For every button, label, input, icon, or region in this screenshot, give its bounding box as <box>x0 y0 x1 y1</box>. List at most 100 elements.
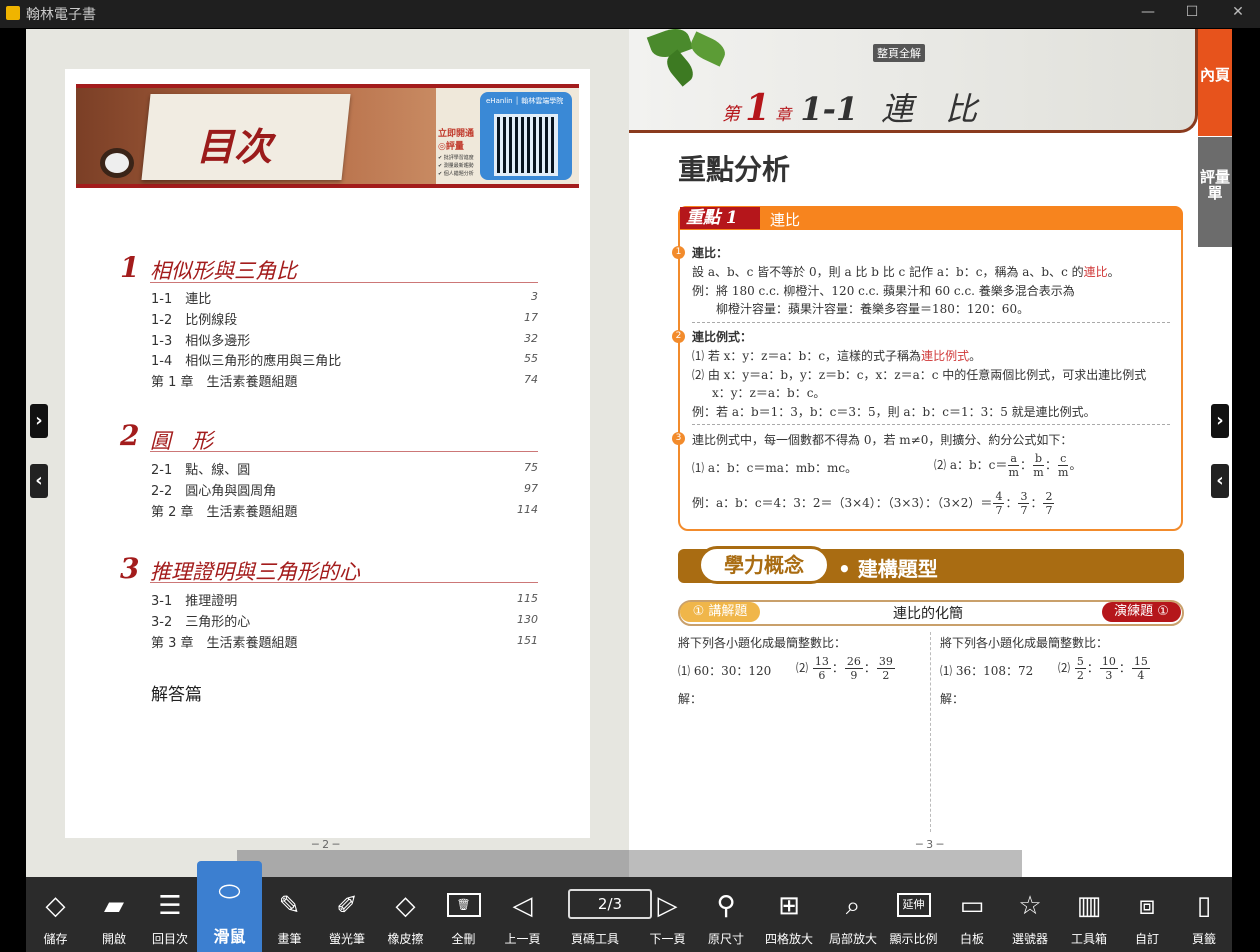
chapter-number: 2 <box>120 419 140 452</box>
toc-item[interactable]: 2-1 點、線、圓 <box>151 459 250 478</box>
toc-item[interactable]: 第 3 章 生活素養題組題 <box>151 632 298 651</box>
toc-button[interactable]: ☰ 回目次 <box>143 877 197 952</box>
point-text: ⑵ 由 x：y＝a：b，y：z＝b：c，x：z＝a：c 中的任意兩個比例式，可求… <box>692 368 1147 382</box>
open-button[interactable]: ▰ 開啟 <box>85 877 143 952</box>
explain-tag[interactable]: ① 講解題 <box>680 602 760 622</box>
prev-page-button[interactable]: ◁ 上一頁 <box>493 877 552 952</box>
mouse-button[interactable]: ⬭ 滑鼠 <box>197 861 262 952</box>
chapter-title[interactable]: 相似形與三角比 <box>150 255 297 285</box>
bookmark-button[interactable]: ▯ 頁籤 <box>1176 877 1232 952</box>
chapter-divider <box>150 451 538 452</box>
toc-item[interactable]: 1-3 相似多邊形 <box>151 330 250 349</box>
chapter-heading: 第 1 章 1-1 連 比 <box>722 87 978 129</box>
point-text: x：y：z＝a：b：c。 <box>712 386 826 400</box>
next-page-arrow-right[interactable]: › <box>1211 404 1229 438</box>
next-page-arrow-left[interactable]: › <box>30 404 48 438</box>
toc-page-number: 75 <box>524 461 538 474</box>
qr-brand: eHanlin │ 翰林雲端學院 <box>486 97 564 105</box>
minimize-button[interactable]: — <box>1138 4 1158 24</box>
scrollbar-thumb[interactable] <box>237 850 629 877</box>
prev-page-arrow-right[interactable]: ‹ <box>1211 464 1229 498</box>
toc-item[interactable]: 1-2 比例線段 <box>151 309 237 328</box>
toc-page-number: 97 <box>524 482 538 495</box>
four-grid-zoom-button[interactable]: ⊞ 四格放大 <box>755 877 823 952</box>
point-title: 連比： <box>692 246 729 260</box>
toc-item[interactable]: 第 1 章 生活素養題組題 <box>151 371 298 390</box>
number-picker-button[interactable]: ☆ 選號器 <box>1000 877 1060 952</box>
four-grid-zoom-label: 四格放大 <box>764 932 813 946</box>
prev-page-arrow-left[interactable]: ‹ <box>30 464 48 498</box>
pen-button[interactable]: ✎ 畫筆 <box>262 877 317 952</box>
partial-zoom-label: 局部放大 <box>828 932 877 946</box>
qr-side-text: 立即開通 ◎評量 <box>438 129 475 152</box>
highlighter-label: 螢光筆 <box>328 932 365 946</box>
next-page-label: 下一頁 <box>649 932 686 946</box>
highlighter-button[interactable]: ✐ 螢光筆 <box>317 877 377 952</box>
partial-zoom-icon: ⌕ <box>845 891 861 921</box>
question-item: ⑵ 5 2： 10 3： 15 4 <box>1058 655 1150 682</box>
original-size-button[interactable]: ⚲ 原尺寸 <box>697 877 755 952</box>
point-title: 連比例式： <box>692 330 753 344</box>
toc-item[interactable]: 1-4 相似三角形的應用與三角比 <box>151 350 341 369</box>
question-item: ⑴ 60：30：120 <box>678 664 772 678</box>
bookmark-icon: ▯ <box>1196 891 1212 921</box>
toc-item[interactable]: 第 2 章 生活素養題組題 <box>151 501 298 520</box>
bullet-2-icon: 2 <box>672 330 685 343</box>
page-number-label: 頁碼工具 <box>570 932 619 946</box>
maximize-button[interactable]: ☐ <box>1182 4 1202 24</box>
next-page-button[interactable]: ▷ 下一頁 <box>638 877 697 952</box>
number-picker-icon: ☆ <box>1018 891 1042 921</box>
question-text: 將下列各小題化成最簡整數比： <box>940 636 1109 650</box>
toc-item[interactable]: 3-1 推理證明 <box>151 590 237 609</box>
eraser-button[interactable]: ◇ 橡皮擦 <box>377 877 434 952</box>
toolbox-button[interactable]: ▥ 工具箱 <box>1060 877 1118 952</box>
custom-button[interactable]: ⧈ 自訂 <box>1118 877 1176 952</box>
clear-all-button[interactable]: 🗑 全刪 <box>434 877 493 952</box>
toc-page-number: 114 <box>517 503 538 516</box>
mouse-label: 滑鼠 <box>213 927 246 946</box>
prev-page-icon: ◁ <box>512 891 533 921</box>
concept-subtitle: • 建構題型 <box>838 557 938 581</box>
question-item: ⑵ 13 6： 26 9： 39 2 <box>796 655 895 682</box>
full-solution-badge[interactable]: 整頁全解 <box>873 44 925 62</box>
dashed-divider <box>692 322 1170 323</box>
toc-label: 回目次 <box>151 932 188 946</box>
custom-icon: ⧈ <box>1138 891 1156 921</box>
practice-tag[interactable]: 演練題 ① <box>1102 602 1181 622</box>
question-item: ⑴ 36：108：72 <box>940 664 1034 678</box>
original-size-label: 原尺寸 <box>707 932 744 946</box>
save-icon: ◇ <box>45 891 66 921</box>
save-button[interactable]: ◇ 儲存 <box>26 877 85 952</box>
formula-text: ⑵ a：b：c＝ a m： b m： c m。 <box>934 452 1082 479</box>
partial-zoom-button[interactable]: ⌕ 局部放大 <box>823 877 883 952</box>
display-ratio-label: 顯示比例 <box>889 932 938 946</box>
analysis-title: 重點分析 <box>678 153 791 186</box>
example-text: 例：若 a：b＝1：3，b：c＝3：5，則 a：b：c＝1：3：5 就是連比例式… <box>692 405 1096 419</box>
toc-item[interactable]: 2-2 圓心角與圓周角 <box>151 480 276 499</box>
page-number-button[interactable]: 2/3 頁碼工具 <box>552 877 652 952</box>
close-button[interactable]: ✕ <box>1228 4 1248 24</box>
display-ratio-button[interactable]: 延伸 顯示比例 <box>883 877 944 952</box>
answer-section-link[interactable]: 解答篇 <box>151 680 202 705</box>
open-label: 開啟 <box>101 932 126 946</box>
highlighter-icon: ✐ <box>336 891 358 921</box>
example-text: 例：將 180 c.c. 柳橙汁、120 c.c. 蘋果汁和 60 c.c. 養… <box>692 284 1075 298</box>
qr-panel[interactable]: 立即開通 ◎評量 ✔ 批評學習進度 ✔ 測量最新趨勢 ✔ 個人錯題分析 eHanlin… <box>436 88 579 184</box>
whiteboard-button[interactable]: ▭ 白板 <box>944 877 1000 952</box>
toc-page-number: 151 <box>517 634 538 647</box>
chapter-number: 1 <box>120 251 140 284</box>
toc-title: 目次 <box>196 125 273 169</box>
toc-page-number: 3 <box>531 290 538 303</box>
prev-page-label: 上一頁 <box>504 932 541 946</box>
point-text: 設 a、b、c 皆不等於 0，則 a 比 b 比 c 記作 a：b：c，稱為 a… <box>692 265 1120 279</box>
window-title: 翰林電子書 <box>26 7 96 23</box>
tab-assessment[interactable]: 評量單 <box>1198 137 1232 247</box>
toc-page-number: 55 <box>524 352 538 365</box>
answer-label: 解： <box>678 692 703 706</box>
tab-inner-page[interactable]: 內頁 <box>1198 29 1232 136</box>
toc-item[interactable]: 3-2 三角形的心 <box>151 611 250 630</box>
toc-item[interactable]: 1-1 連比 <box>151 288 211 307</box>
chapter-divider <box>150 282 538 283</box>
open-icon: ▰ <box>104 891 124 921</box>
qr-code[interactable] <box>494 114 558 176</box>
